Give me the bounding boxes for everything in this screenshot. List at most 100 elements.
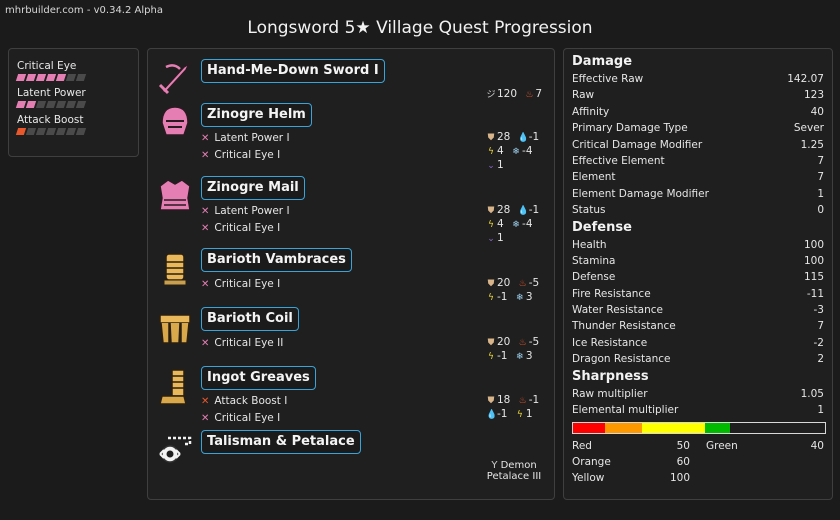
helm-deco-1[interactable]: ✕ Latent Power I [201, 132, 290, 144]
stat-value: -2 [813, 336, 824, 349]
chest-armor-icon [159, 179, 191, 211]
stat-label: Effective Element [572, 154, 665, 167]
mail-resist-row-2: ϟ4 ❄ -4 [486, 218, 532, 230]
stat-label: Stamina [572, 254, 616, 267]
legs-deco-1[interactable]: ✕ Attack Boost I [201, 395, 287, 407]
skill-level-pip [35, 74, 47, 81]
stat-value: Sever [793, 122, 824, 135]
skill-level-pip [45, 101, 57, 108]
defense-icon: ⛊ [487, 338, 495, 348]
helm-deco-2[interactable]: ✕ Critical Eye I [201, 149, 280, 161]
dragon-icon: ⌄ [487, 161, 495, 171]
defense-icon: ⛊ [487, 396, 495, 406]
sharpness-orange-label: Orange [572, 456, 611, 469]
thunder-icon: ϟ [488, 352, 494, 362]
weapon-name-button[interactable]: Hand-Me-Down Sword I [201, 59, 385, 83]
stat-label: Thunder Resistance [572, 320, 676, 333]
stat-label: Critical Damage Modifier [572, 138, 703, 151]
stat-row: Raw 123 [572, 87, 824, 103]
helm-resist-row-3: ⌄ 1 [487, 159, 504, 171]
sharpness-green-label: Green [706, 440, 738, 453]
stat-label: Effective Raw [572, 73, 644, 85]
legs-deco-2[interactable]: ✕ Critical Eye I [201, 412, 280, 424]
decoration-icon: ✕ [201, 150, 210, 161]
arms-name-button[interactable]: Barioth Vambraces [201, 248, 352, 272]
water-icon: 💧 [486, 410, 498, 420]
stat-label: Defense [572, 271, 616, 284]
skill-level-pip [75, 74, 87, 81]
talisman-slot: Talisman & Petalace Y Demon Petalace III [148, 430, 554, 496]
damage-stats-list: Effective Raw 142.07 Raw 123 Affinity 40 Prima… [572, 71, 824, 219]
helm-resist-row-2: ϟ4 ❄ -4 [486, 145, 532, 157]
decoration-icon: ✕ [201, 223, 210, 234]
stat-row: Ice Resistance -2 [572, 335, 824, 351]
talisman-name-button[interactable]: Talisman & Petalace [201, 430, 361, 454]
stat-value: -3 [813, 304, 824, 317]
stat-value: 115 [803, 271, 824, 284]
helm-name-button[interactable]: Zinogre Helm [201, 103, 312, 127]
skill-level-pip [25, 74, 37, 81]
helm-slot: Zinogre Helm ✕ Latent Power I ✕ Critical E… [148, 103, 554, 175]
fire-element-icon: ♨ [525, 90, 534, 100]
decoration-icon: ✕ [201, 413, 210, 424]
decoration-icon: ✕ [201, 338, 210, 349]
skill-level-pips [15, 74, 130, 81]
sharpness-segment [573, 423, 605, 434]
stat-value: 7 [817, 320, 824, 333]
stat-value: 100 [803, 238, 824, 251]
defense-icon: ⛊ [487, 279, 495, 289]
skill-item: Attack Boost [15, 114, 130, 135]
stat-label: Element [572, 171, 616, 184]
sharpness-orange-value: 60 [676, 456, 690, 469]
sharpness-table: Red 50 Green 40 Orange 60 Yellow 100 [572, 440, 824, 492]
decoration-icon: ✕ [201, 279, 210, 290]
stat-label: Dragon Resistance [572, 353, 671, 366]
waist-deco-1[interactable]: ✕ Critical Eye II [201, 337, 283, 349]
legs-name-button[interactable]: Ingot Greaves [201, 366, 316, 390]
dragon-icon: ⌄ [487, 234, 495, 244]
sharpness-yellow-value: 100 [669, 472, 690, 485]
sharpness-red-label: Red [572, 440, 592, 453]
stat-row: Effective Element 7 [572, 153, 824, 169]
sharpness-segment [604, 423, 643, 434]
mail-name-button[interactable]: Zinogre Mail [201, 176, 305, 200]
skill-level-pip [75, 101, 87, 108]
ice-icon: ❄ [516, 293, 524, 303]
skill-level-pip [35, 101, 47, 108]
stats-panel: Damage Effective Raw 142.07 Raw 123 Affinity… [563, 48, 833, 500]
legs-resist-row-1: ⛊ 18 ♨ -1 [487, 394, 540, 406]
ice-icon: ❄ [512, 220, 520, 230]
mail-deco-2[interactable]: ✕ Critical Eye I [201, 222, 280, 234]
stat-row: Affinity 40 [572, 104, 824, 120]
stat-row: Primary Damage Type Sever [572, 120, 824, 136]
skill-level-pip [45, 128, 57, 135]
decoration-icon: ✕ [201, 206, 210, 217]
waist-name-button[interactable]: Barioth Coil [201, 307, 299, 331]
sharpness-green-value: 40 [810, 440, 824, 453]
stat-row: Water Resistance -3 [572, 302, 824, 318]
mail-deco-1[interactable]: ✕ Latent Power I [201, 205, 290, 217]
skill-level-pip [65, 74, 77, 81]
greaves-icon [159, 369, 187, 405]
sharpness-segment [705, 423, 731, 434]
mail-resist-row-3: ⌄ 1 [487, 232, 504, 244]
water-icon: 💧 [517, 206, 529, 216]
thunder-icon: ϟ [516, 410, 523, 420]
stat-row: Stamina 100 [572, 253, 824, 269]
defense-icon: ⛊ [487, 133, 495, 143]
arms-deco-1[interactable]: ✕ Critical Eye I [201, 278, 280, 290]
stat-row: Element 7 [572, 169, 824, 185]
petalace-icon: Y [491, 460, 498, 471]
talisman-icon [159, 436, 192, 463]
petalace-label[interactable]: Y Demon Petalace III [474, 460, 554, 482]
stat-label: Ice Resistance [572, 336, 648, 349]
skill-level-pip [65, 128, 77, 135]
mail-resist-row-1: ⛊ 28 💧-1 [487, 204, 540, 216]
waist-armor-icon [159, 314, 191, 344]
stat-row: Thunder Resistance 7 [572, 318, 824, 334]
stat-value: 1 [817, 404, 824, 417]
decoration-icon: ✕ [201, 396, 210, 407]
skill-name: Attack Boost [17, 114, 84, 126]
stat-value: -11 [806, 287, 824, 300]
mail-slot: Zinogre Mail ✕ Latent Power I ✕ Critical E… [148, 176, 554, 248]
